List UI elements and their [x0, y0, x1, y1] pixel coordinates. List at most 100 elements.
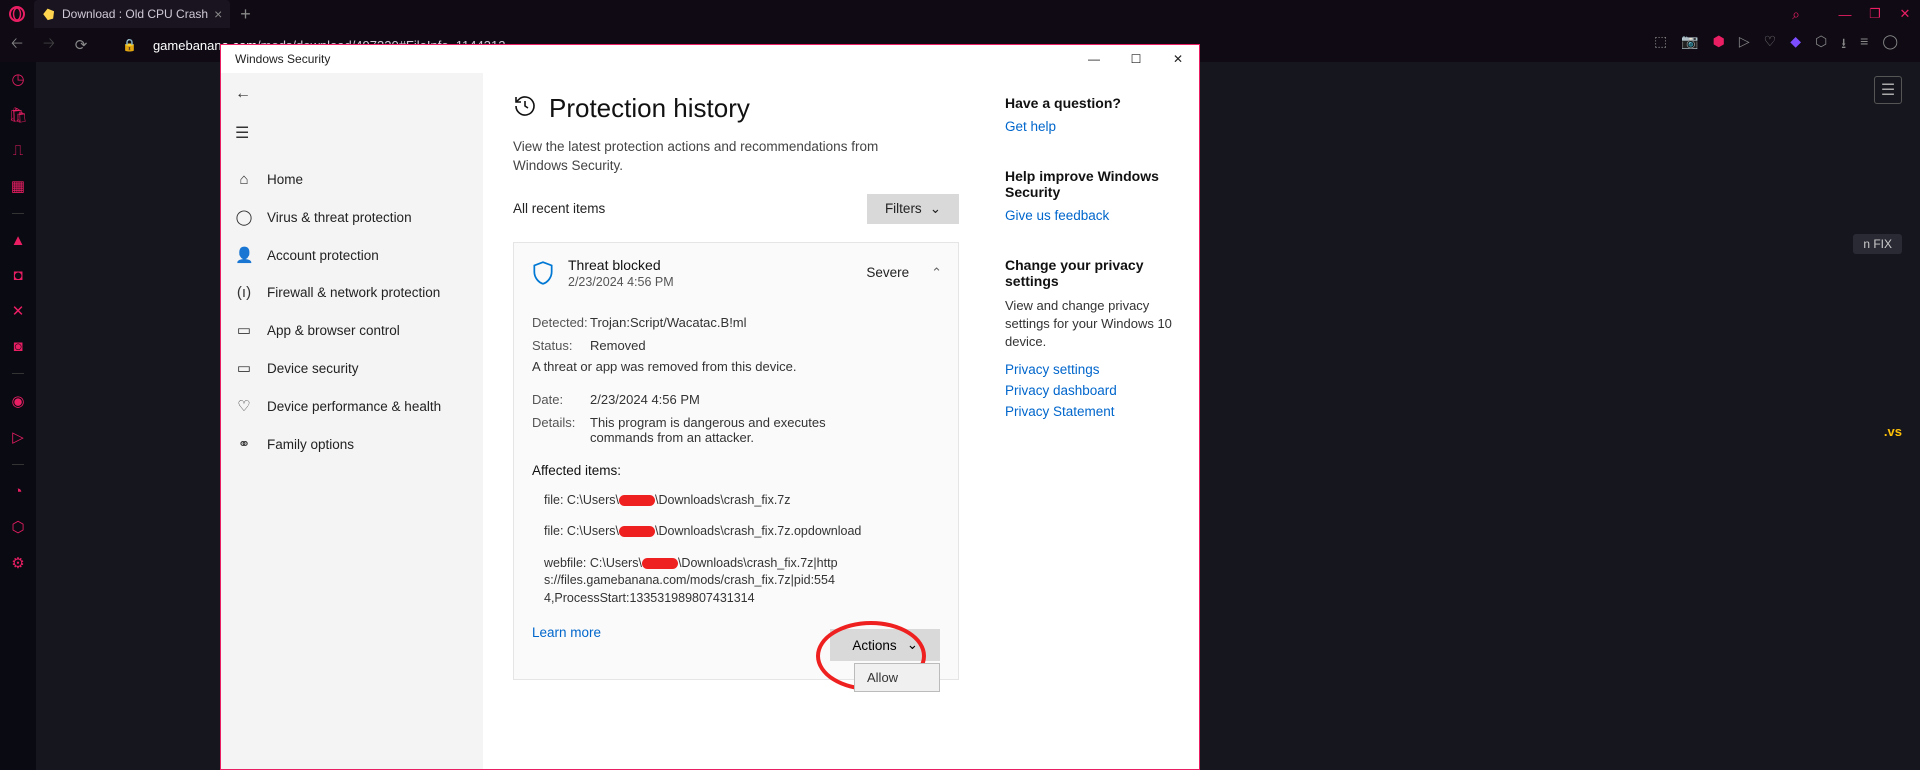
all-recent-label: All recent items	[513, 201, 605, 216]
redacted	[619, 526, 655, 537]
tab-favicon	[40, 5, 57, 22]
box-icon[interactable]: ⬡	[11, 518, 24, 536]
clock-icon[interactable]: ◷	[11, 70, 24, 88]
shield-outline-icon	[530, 260, 556, 286]
threat-time: 2/23/2024 4:56 PM	[568, 275, 854, 289]
bag-icon[interactable]: 🛍	[8, 106, 27, 124]
new-tab-button[interactable]: +	[230, 4, 261, 25]
nav-back-icon[interactable]: 🡠	[6, 33, 28, 58]
affected-item: webfile: C:\Users\\Downloads\crash_fix.7…	[544, 555, 844, 608]
allow-menu-item[interactable]: Allow	[855, 664, 939, 691]
improve-title: Help improve Windows Security	[1005, 168, 1183, 200]
nav-home[interactable]: ⌂Home	[221, 161, 483, 198]
play-circle-icon[interactable]: ◉	[11, 392, 24, 410]
twitch-icon[interactable]: ⎍	[13, 142, 24, 159]
threat-card: Threat blocked 2/23/2024 4:56 PM Severe …	[513, 242, 959, 681]
status-value: Removed	[590, 338, 940, 353]
details-label: Details:	[532, 415, 590, 445]
person-icon: 👤	[235, 246, 253, 264]
detected-label: Detected:	[532, 315, 590, 330]
redacted	[619, 495, 655, 506]
cube-icon[interactable]: ⬡	[1815, 33, 1827, 57]
get-help-link[interactable]: Get help	[1005, 119, 1183, 134]
chevron-down-icon: ⌄	[930, 201, 941, 217]
shield-outline-icon: ◯	[235, 208, 253, 226]
date-label: Date:	[532, 392, 590, 407]
browser-close-icon[interactable]: ✕	[1890, 6, 1920, 22]
threat-header[interactable]: Threat blocked 2/23/2024 4:56 PM Severe …	[514, 243, 958, 303]
separator	[12, 464, 24, 465]
shield-icon[interactable]: ⬢	[1713, 33, 1725, 57]
flame-icon[interactable]: ▲	[11, 232, 26, 249]
nav-device[interactable]: ▭Device security	[221, 349, 483, 387]
discord-icon[interactable]: ◙	[13, 338, 22, 355]
people-icon: ⚭	[235, 435, 253, 453]
nav-app[interactable]: ▭App & browser control	[221, 311, 483, 349]
tab-close-icon[interactable]: ×	[214, 6, 222, 22]
heart-pulse-icon: ♡	[235, 397, 253, 415]
privacy-dashboard-link[interactable]: Privacy dashboard	[1005, 383, 1183, 398]
send-icon[interactable]: ▷	[1739, 33, 1750, 57]
privacy-title: Change your privacy settings	[1005, 257, 1183, 289]
page-yellow-text: .vs	[1884, 424, 1902, 439]
ws-maximize-icon[interactable]: ☐	[1115, 45, 1157, 73]
threat-severity: Severe	[866, 265, 909, 280]
nav-account[interactable]: 👤Account protection	[221, 236, 483, 274]
chevron-up-icon: ⌃	[931, 265, 942, 281]
history-icon[interactable]: ◔	[13, 483, 22, 500]
nav-perf[interactable]: ♡Device performance & health	[221, 387, 483, 425]
ws-close-icon[interactable]: ✕	[1157, 45, 1199, 73]
privacy-settings-link[interactable]: Privacy settings	[1005, 362, 1183, 377]
lock-icon[interactable]: 🔒	[122, 38, 137, 52]
feedback-link[interactable]: Give us feedback	[1005, 208, 1183, 223]
actions-button[interactable]: Actions ⌄	[830, 629, 940, 661]
nav-forward-icon: 🡢	[38, 33, 60, 58]
ws-minimize-icon[interactable]: —	[1073, 45, 1115, 73]
home-icon: ⌂	[235, 171, 253, 188]
chip-icon[interactable]: ▦	[11, 177, 25, 195]
browser-tab[interactable]: Download : Old CPU Crash ×	[34, 0, 230, 28]
nav-reload-icon[interactable]: ⟳	[70, 36, 92, 54]
nav-family[interactable]: ⚭Family options	[221, 425, 483, 463]
page-menu-icon[interactable]: ☰	[1874, 76, 1902, 104]
x-icon[interactable]: ✕	[12, 302, 25, 320]
nav-virus[interactable]: ◯Virus & threat protection	[221, 198, 483, 236]
browser-maximize-icon[interactable]: ❐	[1860, 6, 1890, 22]
privacy-desc: View and change privacy settings for you…	[1005, 297, 1183, 352]
extension-icon[interactable]: ⬚	[1654, 33, 1667, 57]
history-clock-icon	[513, 94, 537, 124]
play-icon[interactable]: ▷	[12, 428, 24, 446]
nav-firewall[interactable]: (ı)Firewall & network protection	[221, 274, 483, 311]
search-icon[interactable]: ⌕	[1792, 6, 1800, 23]
browser-minimize-icon[interactable]: —	[1830, 7, 1860, 22]
diamond-icon[interactable]: ◆	[1790, 33, 1801, 57]
ws-back-icon[interactable]: ←	[221, 73, 483, 115]
separator	[12, 373, 24, 374]
profile-icon[interactable]: ◯	[1882, 33, 1898, 57]
antenna-icon: (ı)	[235, 284, 253, 301]
laptop-icon: ▭	[235, 359, 253, 377]
ws-titlebar[interactable]: Windows Security — ☐ ✕	[221, 45, 1199, 73]
redacted	[642, 558, 678, 569]
heart-icon[interactable]: ♡	[1764, 33, 1777, 57]
windows-security-window: Windows Security — ☐ ✕ ← ☰ ⌂Home ◯Virus …	[220, 44, 1200, 770]
gear-icon[interactable]: ⚙	[11, 554, 24, 572]
instagram-icon[interactable]: ◘	[13, 267, 22, 284]
privacy-statement-link[interactable]: Privacy Statement	[1005, 404, 1183, 419]
opera-logo-icon[interactable]	[0, 0, 34, 28]
download-icon[interactable]: ⭳	[1841, 33, 1846, 57]
affected-item: file: C:\Users\\Downloads\crash_fix.7z.o…	[544, 523, 940, 541]
settings-icon[interactable]: ≡	[1860, 33, 1868, 57]
filters-button[interactable]: Filters ⌄	[867, 194, 959, 224]
affected-item: file: C:\Users\\Downloads\crash_fix.7z	[544, 492, 940, 510]
ws-hamburger-icon[interactable]: ☰	[221, 115, 483, 151]
ws-sidebar: ← ☰ ⌂Home ◯Virus & threat protection 👤Ac…	[221, 73, 483, 769]
learn-more-link[interactable]: Learn more	[532, 625, 601, 640]
tab-title: Download : Old CPU Crash	[62, 7, 208, 21]
details-value: This program is dangerous and executes c…	[590, 415, 890, 445]
threat-title: Threat blocked	[568, 257, 854, 273]
camera-icon[interactable]: 📷	[1681, 33, 1698, 57]
ws-window-title: Windows Security	[235, 52, 330, 66]
affected-items-title: Affected items:	[532, 463, 940, 478]
page-subtitle: View the latest protection actions and r…	[513, 138, 913, 176]
